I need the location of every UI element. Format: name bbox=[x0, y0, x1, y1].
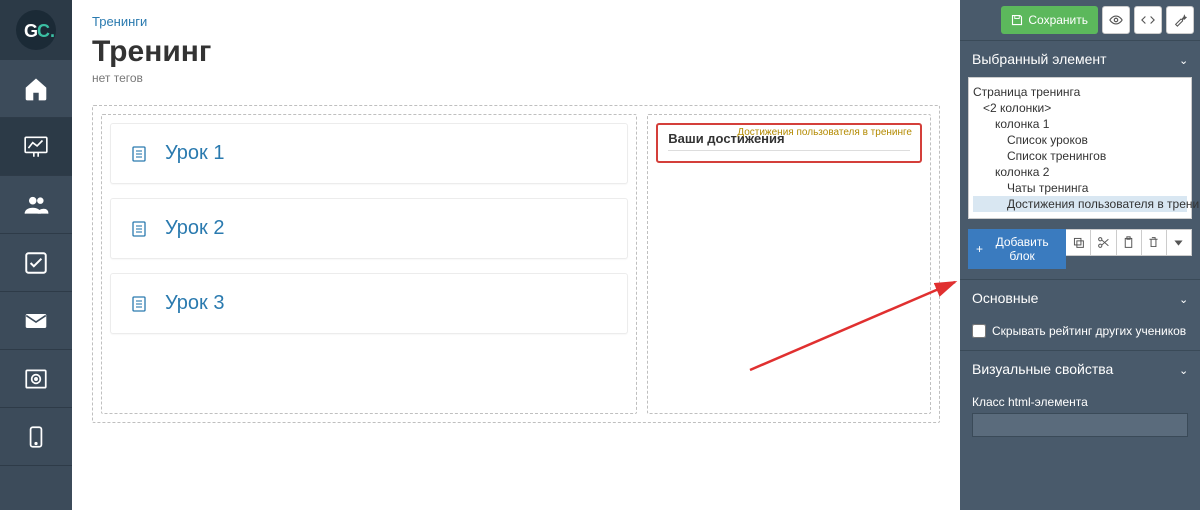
checkbox-icon bbox=[23, 250, 49, 276]
chevron-down-icon: ⌃ bbox=[1179, 53, 1188, 66]
main-content: Тренинги Тренинг нет тегов Урок 1 Урок 2… bbox=[72, 0, 960, 510]
nav-messages[interactable] bbox=[0, 292, 72, 350]
preview-button[interactable] bbox=[1102, 6, 1130, 34]
panel-top-toolbar: Сохранить bbox=[960, 0, 1200, 40]
lesson-card[interactable]: Урок 1 bbox=[110, 123, 628, 184]
achievement-block[interactable]: Достижения пользователя в тренинге Ваши … bbox=[656, 123, 922, 163]
nav-users[interactable] bbox=[0, 176, 72, 234]
code-button[interactable] bbox=[1134, 6, 1162, 34]
element-tree[interactable]: Страница тренинга <2 колонки> колонка 1 … bbox=[968, 77, 1192, 219]
page-title: Тренинг bbox=[92, 35, 940, 69]
tree-node[interactable]: Чаты тренинга bbox=[973, 180, 1187, 196]
builder-canvas[interactable]: Урок 1 Урок 2 Урок 3 Достижения пользова… bbox=[92, 105, 940, 423]
plus-icon: + bbox=[976, 242, 983, 256]
logo[interactable]: GC. bbox=[0, 0, 72, 60]
achievement-caption: Достижения пользователя в тренинге bbox=[737, 127, 912, 138]
lesson-icon bbox=[131, 146, 147, 162]
block-toolbar: +Добавить блок bbox=[968, 229, 1192, 269]
tree-node-selected[interactable]: Достижения пользователя в тренинг bbox=[973, 196, 1187, 212]
wrench-icon bbox=[1173, 13, 1187, 27]
caret-down-icon bbox=[1172, 236, 1185, 249]
panel-header-main[interactable]: Основные ⌃ bbox=[960, 280, 1200, 316]
code-icon bbox=[1141, 13, 1155, 27]
lesson-card[interactable]: Урок 2 bbox=[110, 198, 628, 259]
users-icon bbox=[23, 192, 49, 218]
eye-icon bbox=[1109, 13, 1123, 27]
lesson-title: Урок 3 bbox=[165, 292, 224, 315]
scissors-icon bbox=[1097, 236, 1110, 249]
mail-icon bbox=[23, 308, 49, 334]
lesson-title: Урок 2 bbox=[165, 217, 224, 240]
svg-text:G: G bbox=[24, 21, 38, 41]
properties-panel: Сохранить Выбранный элемент ⌃ Страница т… bbox=[960, 0, 1200, 510]
html-class-input[interactable] bbox=[972, 413, 1188, 437]
safe-icon bbox=[23, 366, 49, 392]
svg-text:C.: C. bbox=[37, 21, 55, 41]
nav-tasks[interactable] bbox=[0, 234, 72, 292]
nav-safe[interactable] bbox=[0, 350, 72, 408]
panel-header-selected[interactable]: Выбранный элемент ⌃ bbox=[960, 41, 1200, 77]
html-class-label: Класс html-элемента bbox=[972, 395, 1188, 409]
tree-node[interactable]: колонка 2 bbox=[973, 164, 1187, 180]
trash-icon bbox=[1147, 236, 1160, 249]
nav-analytics[interactable] bbox=[0, 118, 72, 176]
hide-rating-checkbox[interactable] bbox=[972, 324, 986, 338]
paste-button[interactable] bbox=[1117, 229, 1142, 256]
left-sidebar: GC. bbox=[0, 0, 72, 510]
tree-node[interactable]: <2 колонки> bbox=[973, 100, 1187, 116]
nav-mobile[interactable] bbox=[0, 408, 72, 466]
tree-node[interactable]: Страница тренинга bbox=[973, 84, 1187, 100]
save-button[interactable]: Сохранить bbox=[1001, 6, 1098, 34]
settings-button[interactable] bbox=[1166, 6, 1194, 34]
lesson-card[interactable]: Урок 3 bbox=[110, 273, 628, 334]
save-icon bbox=[1011, 14, 1023, 26]
tree-node[interactable]: Список уроков bbox=[973, 132, 1187, 148]
breadcrumb[interactable]: Тренинги bbox=[92, 14, 940, 29]
chevron-down-icon: ⌃ bbox=[1179, 363, 1188, 376]
more-button[interactable] bbox=[1167, 229, 1192, 256]
no-tags-label: нет тегов bbox=[92, 71, 940, 85]
lesson-icon bbox=[131, 221, 147, 237]
chevron-down-icon: ⌃ bbox=[1179, 292, 1188, 305]
nav-home[interactable] bbox=[0, 60, 72, 118]
builder-column-1[interactable]: Урок 1 Урок 2 Урок 3 bbox=[101, 114, 637, 414]
hide-rating-checkbox-row[interactable]: Скрывать рейтинг других учеников bbox=[972, 324, 1188, 338]
cut-button[interactable] bbox=[1091, 229, 1116, 256]
chart-icon bbox=[23, 134, 49, 160]
mobile-icon bbox=[23, 424, 49, 450]
paste-icon bbox=[1122, 236, 1135, 249]
add-block-button[interactable]: +Добавить блок bbox=[968, 229, 1066, 269]
copy-button[interactable] bbox=[1066, 229, 1091, 256]
lesson-icon bbox=[131, 296, 147, 312]
home-icon bbox=[23, 76, 49, 102]
tree-node[interactable]: колонка 1 bbox=[973, 116, 1187, 132]
builder-column-2[interactable]: Достижения пользователя в тренинге Ваши … bbox=[647, 114, 931, 414]
copy-icon bbox=[1072, 236, 1085, 249]
lesson-title: Урок 1 bbox=[165, 142, 224, 165]
delete-button[interactable] bbox=[1142, 229, 1167, 256]
tree-node[interactable]: Список тренингов bbox=[973, 148, 1187, 164]
panel-header-visual[interactable]: Визуальные свойства ⌃ bbox=[960, 351, 1200, 387]
